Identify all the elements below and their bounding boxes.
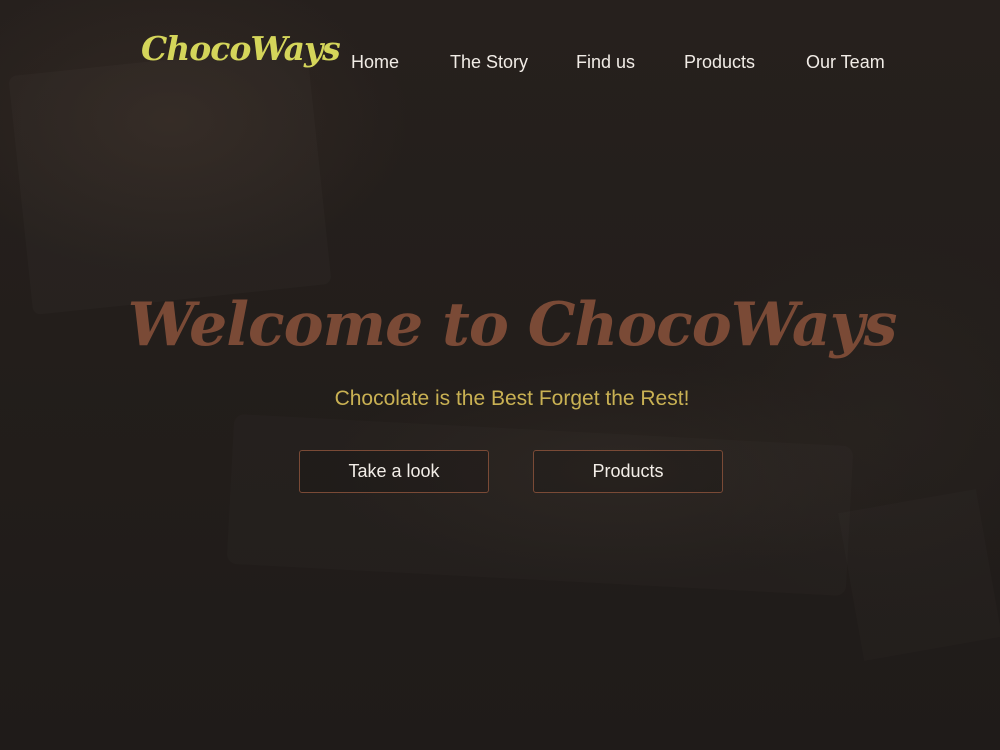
main-nav: Home The Story Find us Products Our Team bbox=[351, 50, 891, 74]
products-button[interactable]: Products bbox=[533, 450, 723, 493]
hero-subtitle: Chocolate is the Best Forget the Rest! bbox=[334, 387, 690, 410]
nav-link-home[interactable]: Home bbox=[351, 50, 399, 74]
nav-link-our-team[interactable]: Our Team bbox=[806, 50, 885, 74]
nav-link-products[interactable]: Products bbox=[684, 50, 755, 74]
hero-background: ChocoWays Home The Story Find us Product… bbox=[0, 0, 1000, 750]
background-image-shape bbox=[226, 414, 853, 596]
hero-title: Welcome to ChocoWays bbox=[127, 290, 898, 361]
navbar: ChocoWays Home The Story Find us Product… bbox=[0, 0, 1000, 124]
background-image-shape bbox=[838, 489, 1000, 661]
take-a-look-button[interactable]: Take a look bbox=[299, 450, 489, 493]
brand-logo[interactable]: ChocoWays bbox=[141, 32, 341, 65]
nav-link-find-us[interactable]: Find us bbox=[576, 50, 635, 74]
nav-link-the-story[interactable]: The Story bbox=[450, 50, 528, 74]
